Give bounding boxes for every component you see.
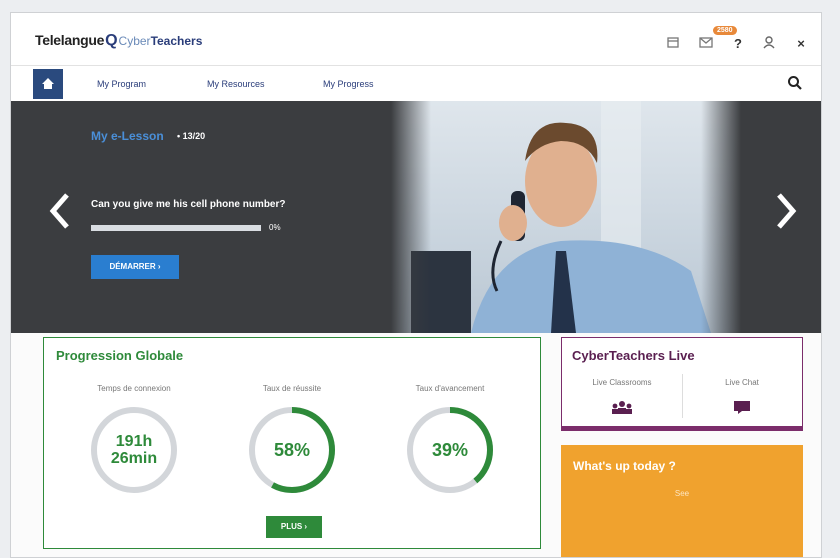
user-icon[interactable] — [760, 35, 778, 53]
logo[interactable]: TelelangueQCyberTeachers — [35, 32, 202, 50]
logo-telelangue: Telelangue — [35, 32, 105, 48]
logo-cyber: Cyber — [118, 34, 151, 48]
success-rate-gauge: 58% — [246, 404, 338, 496]
close-icon[interactable]: × — [792, 35, 810, 53]
metric-label-advancement: Taux d'avancement — [415, 384, 485, 393]
nav-my-progress[interactable]: My Progress — [323, 79, 374, 89]
main-nav: My Program My Resources My Progress — [11, 65, 821, 102]
previous-arrow-icon[interactable] — [47, 191, 73, 236]
live-classrooms-label[interactable]: Live Classrooms — [562, 378, 682, 387]
lesson-progress-bar — [91, 225, 261, 231]
progression-title: Progression Globale — [56, 348, 184, 363]
group-icon[interactable] — [562, 400, 682, 419]
whats-up-card[interactable]: What's up today ? See — [561, 445, 803, 557]
app-window: TelelangueQCyberTeachers 2580 ? × My Pro… — [10, 12, 822, 558]
whats-up-subtitle: See — [674, 489, 690, 498]
businessman-image — [411, 101, 711, 333]
nav-my-resources[interactable]: My Resources — [207, 79, 265, 89]
notification-badge: 2580 — [713, 26, 737, 35]
mail-icon[interactable] — [697, 35, 715, 53]
progression-card: Progression Globale Temps de connexion T… — [43, 337, 541, 549]
lesson-progress-percent: 0% — [269, 223, 281, 232]
nav-my-program[interactable]: My Program — [97, 79, 146, 89]
next-arrow-icon[interactable] — [773, 191, 799, 236]
advancement-rate-value: 39% — [431, 439, 469, 460]
success-rate-value: 58% — [273, 439, 311, 460]
logo-q-icon: Q — [105, 32, 118, 49]
home-button[interactable] — [33, 69, 63, 99]
top-header: TelelangueQCyberTeachers 2580 ? × — [11, 13, 821, 65]
live-title: CyberTeachers Live — [572, 348, 695, 363]
start-lesson-button[interactable]: DÉMARRER › — [91, 255, 179, 279]
advancement-rate-gauge: 39% — [404, 404, 496, 496]
lesson-photo — [391, 101, 741, 333]
live-card: CyberTeachers Live Live Classrooms Live … — [561, 337, 803, 431]
logo-teachers: Teachers — [150, 34, 203, 48]
plus-button[interactable]: PLUS › — [266, 516, 322, 538]
lesson-title: My e-Lesson — [91, 129, 164, 143]
chat-icon[interactable] — [682, 400, 802, 419]
lesson-question: Can you give me his cell phone number? — [91, 199, 286, 210]
search-icon[interactable] — [787, 75, 803, 96]
home-icon — [42, 78, 54, 89]
metric-label-success: Taux de réussite — [262, 384, 322, 393]
whats-up-title: What's up today ? — [573, 459, 676, 473]
help-icon[interactable]: ? — [729, 35, 747, 53]
connection-time-value: 191h 26min — [110, 433, 158, 467]
connection-time-gauge: 191h 26min — [88, 404, 180, 496]
lesson-hero: My e-Lesson • 13/20 Can you give me his … — [11, 101, 821, 333]
metric-label-connection: Temps de connexion — [97, 384, 171, 393]
live-chat-label[interactable]: Live Chat — [682, 378, 802, 387]
lesson-count: • 13/20 — [177, 131, 206, 141]
calendar-icon[interactable] — [664, 35, 682, 53]
